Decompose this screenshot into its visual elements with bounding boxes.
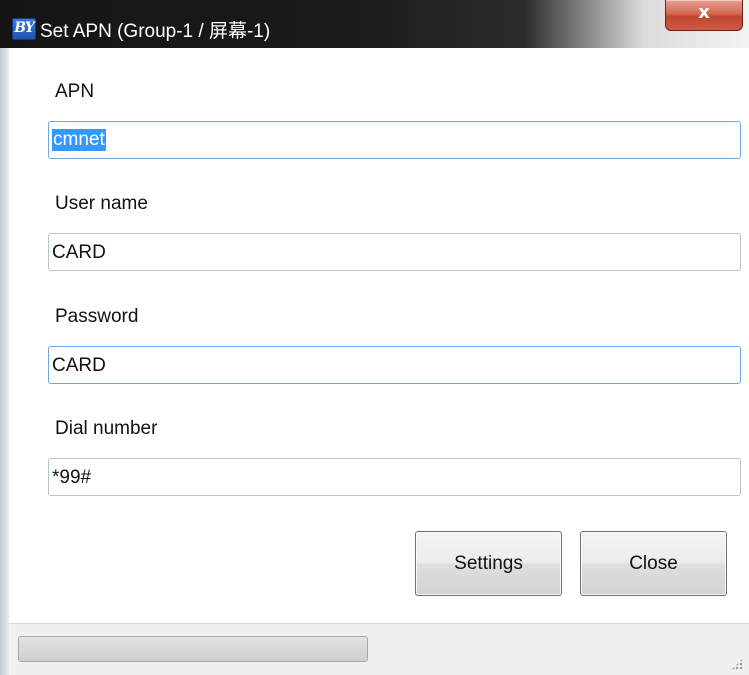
- password-input[interactable]: CARD: [48, 346, 741, 384]
- set-apn-dialog: BY Set APN (Group-1 / 屏幕-1) x APN cmnet …: [0, 0, 749, 675]
- resize-grip-icon[interactable]: [731, 658, 743, 670]
- app-logo-icon: BY: [12, 18, 36, 40]
- close-icon[interactable]: x: [665, 0, 743, 31]
- username-label: User name: [55, 193, 148, 214]
- window-border: [0, 48, 9, 675]
- dial-number-label: Dial number: [55, 418, 158, 439]
- password-label: Password: [55, 306, 139, 327]
- settings-button[interactable]: Settings: [415, 531, 562, 596]
- apn-label: APN: [55, 81, 95, 102]
- dial-number-value: *99#: [52, 467, 92, 488]
- dial-number-input[interactable]: *99#: [48, 458, 741, 496]
- title-bar[interactable]: BY Set APN (Group-1 / 屏幕-1) x: [0, 0, 749, 48]
- username-input[interactable]: CARD: [48, 233, 741, 271]
- apn-value: cmnet: [52, 129, 106, 151]
- window-title: Set APN (Group-1 / 屏幕-1): [40, 21, 271, 42]
- status-bar: [9, 623, 749, 675]
- apn-input[interactable]: cmnet: [48, 121, 741, 159]
- close-button[interactable]: Close: [580, 531, 727, 596]
- status-pane: [18, 636, 368, 662]
- password-value: CARD: [52, 355, 106, 376]
- username-value: CARD: [52, 242, 106, 263]
